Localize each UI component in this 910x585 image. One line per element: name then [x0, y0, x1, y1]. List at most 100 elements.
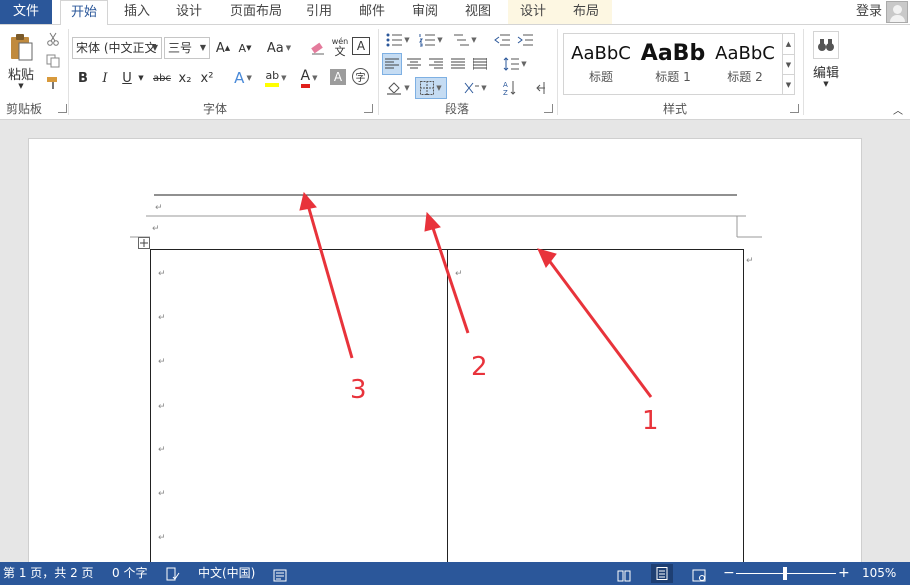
- svg-text:↵: ↵: [455, 269, 463, 279]
- align-center-button[interactable]: [404, 53, 424, 75]
- chevron-down-icon[interactable]: ▼: [818, 79, 834, 89]
- tab-table-design[interactable]: 设计: [512, 0, 554, 24]
- paragraph-group-label: 段落: [444, 102, 469, 116]
- web-layout-icon[interactable]: [692, 567, 706, 582]
- tab-table-layout[interactable]: 布局: [565, 0, 607, 24]
- style-heading-1[interactable]: AaBb 标题 1: [637, 34, 709, 94]
- paste-icon[interactable]: [5, 31, 37, 65]
- language-status[interactable]: 中文(中国): [198, 562, 255, 585]
- format-painter-icon[interactable]: [43, 73, 63, 93]
- svg-text:↵: ↵: [158, 402, 166, 412]
- justify-button[interactable]: [448, 53, 468, 75]
- chevron-down-icon: ▼: [521, 60, 527, 68]
- word-count-status[interactable]: 0 个字: [112, 562, 147, 585]
- read-mode-icon[interactable]: [617, 567, 631, 582]
- collapse-ribbon-icon[interactable]: ︿: [890, 101, 906, 117]
- find-binoculars-icon[interactable]: [813, 31, 839, 59]
- paste-dropdown-icon[interactable]: ▼: [12, 81, 30, 91]
- svg-text:↵: ↵: [158, 533, 166, 543]
- change-case-button[interactable]: Aa ▼: [264, 37, 294, 59]
- document-content: ↵ ↵ ↵ ↵ ↵ ↵ ↵ ↵ ↵ ↵ ↵: [130, 191, 762, 562]
- bold-button[interactable]: B: [75, 67, 91, 89]
- chevron-down-icon: ▼: [481, 84, 487, 92]
- copy-icon[interactable]: [43, 51, 63, 71]
- show-marks-icon[interactable]: [532, 77, 550, 99]
- zoom-out-icon[interactable]: −: [723, 562, 735, 585]
- phonetic-guide-button[interactable]: wén 文: [330, 35, 350, 59]
- ribbon-home: 粘贴 ▼ 剪贴板 宋体 (中文正文 ▼ 三号 ▼ A ▲ A ▼ Aa ▼ wén 文…: [0, 24, 910, 120]
- zoom-level[interactable]: 105%: [862, 562, 896, 585]
- character-border-button[interactable]: A: [352, 37, 370, 55]
- cut-icon[interactable]: [43, 29, 63, 49]
- paragraph-launcher-icon[interactable]: [544, 104, 553, 113]
- grow-font-icon[interactable]: A ▲: [214, 37, 232, 59]
- account-avatar[interactable]: [886, 1, 908, 23]
- tab-home[interactable]: 开始: [60, 0, 108, 25]
- tab-design[interactable]: 设计: [168, 0, 210, 24]
- styles-scroll-up-icon[interactable]: ▲: [782, 34, 794, 54]
- strikethrough-button[interactable]: abc: [151, 67, 173, 89]
- styles-scroll-down-icon[interactable]: ▼: [782, 54, 794, 74]
- svg-text:↵: ↵: [152, 224, 160, 234]
- style-title[interactable]: AaBbC 标题: [565, 34, 637, 94]
- clipboard-launcher-icon[interactable]: [58, 104, 67, 113]
- font-name-combo[interactable]: 宋体 (中文正文 ▼: [72, 37, 162, 59]
- macro-record-icon[interactable]: [273, 567, 287, 582]
- styles-group-label: 样式: [662, 102, 687, 116]
- enclose-characters-button[interactable]: 字: [352, 68, 369, 85]
- increase-indent-icon[interactable]: [515, 29, 535, 51]
- font-color-button[interactable]: A ▼: [294, 67, 324, 89]
- zoom-slider-thumb[interactable]: [783, 567, 787, 580]
- shrink-font-icon[interactable]: A ▼: [236, 37, 254, 59]
- text-effects-label: A: [234, 69, 245, 87]
- chevron-down-icon: ▼: [404, 84, 410, 92]
- shading-button[interactable]: ▼: [383, 77, 413, 99]
- highlight-color-button[interactable]: ab ▼: [260, 67, 292, 89]
- font-launcher-icon[interactable]: [364, 104, 373, 113]
- highlight-label: ab: [265, 69, 280, 87]
- svg-text:↵: ↵: [746, 256, 754, 266]
- numbering-button[interactable]: ▼: [416, 29, 446, 51]
- align-right-button[interactable]: [426, 53, 446, 75]
- subscript-button[interactable]: x₂: [176, 67, 194, 89]
- login-link[interactable]: 登录: [856, 0, 882, 24]
- paste-label[interactable]: 粘贴: [4, 65, 38, 83]
- character-shading-button[interactable]: A: [330, 69, 346, 85]
- print-layout-button[interactable]: [651, 564, 673, 583]
- text-effects-button[interactable]: A ▼: [228, 67, 258, 89]
- clipboard-group-label: 剪贴板: [5, 102, 42, 116]
- styles-more-icon[interactable]: ▼: [782, 74, 794, 94]
- superscript-button[interactable]: x²: [198, 67, 216, 89]
- styles-launcher-icon[interactable]: [790, 104, 799, 113]
- distributed-align-button[interactable]: [470, 53, 490, 75]
- font-size-combo[interactable]: 三号 ▼: [164, 37, 210, 59]
- styles-gallery: AaBbC 标题 AaBb 标题 1 AaBbC 标题 2 ▲ ▼ ▼: [563, 33, 795, 95]
- style-title-preview: AaBbC: [571, 43, 631, 64]
- borders-button[interactable]: ▼: [415, 77, 447, 99]
- line-spacing-button[interactable]: ▼: [500, 53, 530, 75]
- tab-page-layout[interactable]: 页面布局: [222, 0, 290, 24]
- sort-icon[interactable]: AZ: [500, 77, 520, 99]
- align-left-button[interactable]: [382, 53, 402, 75]
- editing-button[interactable]: 编辑: [808, 63, 844, 81]
- page-count-status[interactable]: 第 1 页，共 2 页: [3, 562, 94, 585]
- chinese-layout-button[interactable]: ▼: [460, 77, 490, 99]
- tab-view[interactable]: 视图: [457, 0, 499, 24]
- decrease-indent-icon[interactable]: [492, 29, 512, 51]
- style-heading-2[interactable]: AaBbC 标题 2: [709, 34, 781, 94]
- clear-formatting-icon[interactable]: [308, 37, 328, 59]
- zoom-in-icon[interactable]: +: [838, 562, 850, 585]
- style-heading-1-name: 标题 1: [655, 70, 691, 84]
- bullets-button[interactable]: ▼: [383, 29, 413, 51]
- chevron-down-icon[interactable]: ▼: [136, 67, 146, 89]
- style-title-name: 标题: [588, 70, 613, 84]
- underline-button[interactable]: U: [119, 67, 135, 89]
- tab-insert[interactable]: 插入: [116, 0, 158, 24]
- italic-button[interactable]: I: [97, 67, 113, 89]
- proofing-icon[interactable]: [166, 566, 180, 581]
- tab-mailings[interactable]: 邮件: [351, 0, 393, 24]
- tab-file[interactable]: 文件: [0, 0, 52, 24]
- tab-references[interactable]: 引用: [298, 0, 340, 24]
- tab-review[interactable]: 审阅: [404, 0, 446, 24]
- multilevel-list-button[interactable]: ▼: [450, 29, 480, 51]
